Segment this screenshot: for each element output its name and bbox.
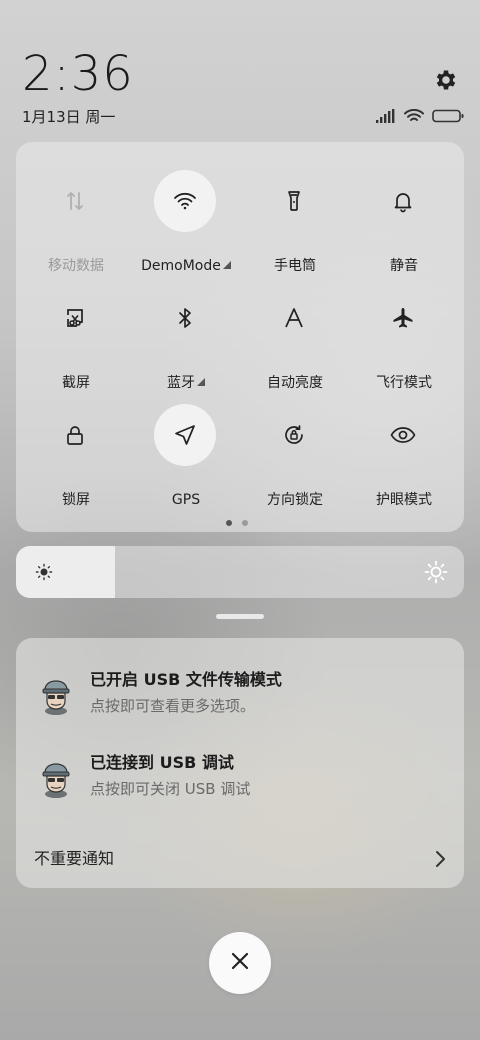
tile-lock-screen[interactable]: 锁屏 [21, 394, 131, 508]
rotation-lock-icon [263, 404, 325, 466]
page-dot-active [226, 520, 232, 526]
bell-icon [372, 170, 434, 232]
tile-airplane[interactable]: 飞行模式 [349, 277, 459, 391]
tile-label: 锁屏 [62, 492, 90, 508]
close-button[interactable] [209, 932, 271, 994]
tile-label: 截屏 [62, 375, 90, 391]
tile-bluetooth[interactable]: 蓝牙 [131, 277, 241, 391]
tile-label: 移动数据 [48, 258, 104, 274]
mobile-data-icon [44, 170, 106, 232]
wifi-icon [154, 170, 216, 232]
tile-label: 蓝牙 [131, 373, 241, 393]
unimportant-notifications-label: 不重要通知 [34, 849, 115, 868]
tile-silent[interactable]: 静音 [349, 160, 459, 274]
flashlight-icon [263, 170, 325, 232]
brightness-slider[interactable] [16, 546, 464, 598]
tile-gps[interactable]: GPS [131, 394, 241, 508]
battery-icon [432, 108, 464, 127]
quick-settings-panel: 移动数据 DemoMode 手电筒 静音 截屏 蓝牙 自动亮度 飞行模式 锁屏 … [16, 142, 464, 532]
chevron-right-icon [434, 850, 446, 872]
signal-icon [376, 108, 396, 127]
bluetooth-icon [154, 287, 216, 349]
page-dot [242, 520, 248, 526]
tile-wifi[interactable]: DemoMode [131, 160, 241, 274]
tile-eye-comfort[interactable]: 护眼模式 [349, 394, 459, 508]
clock-time: 2:36 [22, 46, 134, 102]
notification-title: 已开启 USB 文件传输模式 [90, 670, 282, 689]
brightness-high-icon [424, 560, 448, 588]
screenshot-icon [44, 287, 106, 349]
tile-label: DemoMode [131, 256, 241, 276]
auto-brightness-icon [263, 287, 325, 349]
tile-label: 方向锁定 [267, 492, 323, 508]
tile-label: 自动亮度 [267, 375, 323, 391]
location-arrow-icon [154, 404, 216, 466]
tile-label: 飞行模式 [376, 375, 432, 391]
page-indicator [226, 520, 248, 526]
android-debug-avatar-icon [36, 759, 76, 799]
notification-subtitle: 点按即可查看更多选项。 [90, 697, 256, 715]
brightness-fill [16, 546, 115, 598]
lock-icon [44, 404, 106, 466]
tile-label: 手电筒 [274, 258, 316, 274]
notification-subtitle: 点按即可关闭 USB 调试 [90, 780, 251, 798]
expand-triangle-icon [197, 378, 205, 386]
status-bar [376, 107, 464, 127]
gear-icon[interactable] [430, 64, 462, 96]
tile-mobile-data[interactable]: 移动数据 [21, 160, 131, 274]
tile-auto-brightness[interactable]: 自动亮度 [240, 277, 350, 391]
close-icon [231, 952, 249, 974]
android-debug-avatar-icon [36, 676, 76, 716]
notification-panel: 已开启 USB 文件传输模式 点按即可查看更多选项。 已连接到 USB 调试 点… [16, 638, 464, 888]
tile-rotation-lock[interactable]: 方向锁定 [240, 394, 350, 508]
clock-date: 1月13日 周一 [22, 108, 116, 126]
brightness-low-icon [34, 562, 54, 586]
unimportant-notifications-row[interactable]: 不重要通知 [16, 842, 464, 876]
eye-icon [372, 404, 434, 466]
tile-label: 护眼模式 [376, 492, 432, 508]
airplane-icon [372, 287, 434, 349]
wifi-icon [404, 108, 424, 127]
drag-handle[interactable] [216, 614, 264, 619]
tile-label: 静音 [390, 258, 418, 274]
notification-item[interactable]: 已开启 USB 文件传输模式 点按即可查看更多选项。 [16, 668, 464, 728]
expand-triangle-icon [222, 261, 231, 269]
notification-item[interactable]: 已连接到 USB 调试 点按即可关闭 USB 调试 [16, 751, 464, 811]
notification-title: 已连接到 USB 调试 [90, 753, 234, 772]
tile-flashlight[interactable]: 手电筒 [240, 160, 350, 274]
tile-label: GPS [171, 492, 201, 508]
tile-screenshot[interactable]: 截屏 [21, 277, 131, 391]
